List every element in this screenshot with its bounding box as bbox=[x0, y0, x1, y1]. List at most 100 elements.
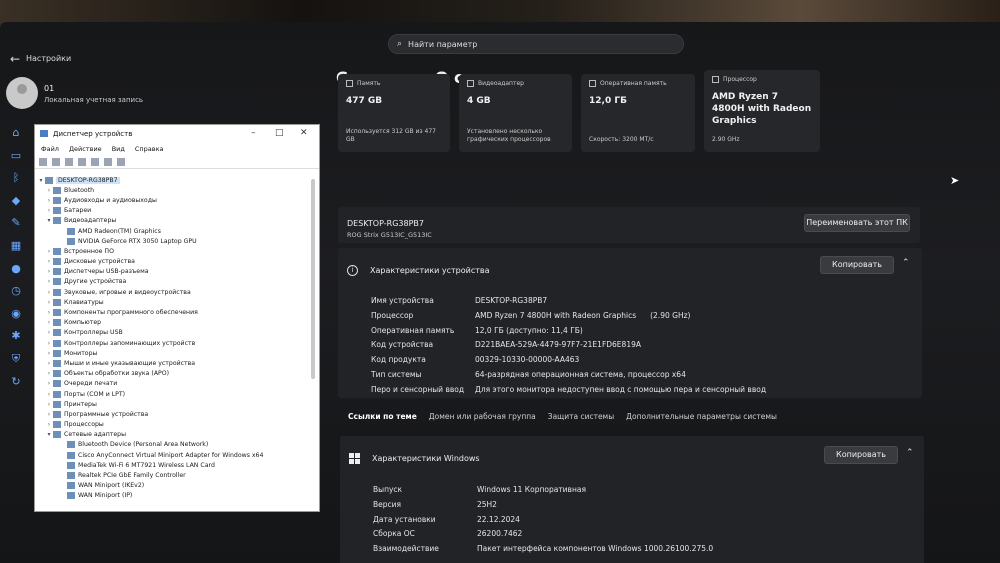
view-icon[interactable] bbox=[104, 157, 112, 166]
device-tree-item[interactable]: › Процессоры bbox=[37, 420, 307, 430]
device-tree-item[interactable]: Cisco AnyConnect Virtual Miniport Adapte… bbox=[37, 450, 307, 460]
device-tree-item[interactable]: › Принтеры bbox=[37, 399, 307, 409]
device-tree-item[interactable]: Bluetooth Device (Personal Area Network) bbox=[37, 440, 307, 450]
expand-chevron-icon[interactable]: ▾ bbox=[45, 431, 53, 438]
expand-chevron-icon[interactable]: › bbox=[45, 329, 53, 336]
search-box[interactable]: ⌕ Найти параметр bbox=[388, 34, 684, 54]
device-tree-item[interactable]: WAN Miniport (IKEv2) bbox=[37, 481, 307, 491]
device-tree-item[interactable]: NVIDIA GeForce RTX 3050 Laptop GPU bbox=[37, 236, 307, 246]
card-storage[interactable]: Память 477 GB Используется 312 GB из 477… bbox=[338, 74, 450, 152]
card-cpu[interactable]: Процессор AMD Ryzen 7 4800H with Radeon … bbox=[704, 70, 820, 152]
expand-chevron-icon[interactable]: › bbox=[45, 340, 53, 347]
home-icon[interactable]: ⌂ bbox=[8, 126, 24, 149]
expand-chevron-icon[interactable]: › bbox=[45, 289, 53, 296]
device-tree-item[interactable]: AMD Radeon(TM) Graphics bbox=[37, 226, 307, 236]
minimize-icon[interactable]: – bbox=[251, 128, 256, 138]
maximize-icon[interactable]: □ bbox=[275, 128, 284, 138]
device-tree-item[interactable]: ▾ Видеоадаптеры bbox=[37, 216, 307, 226]
avatar[interactable] bbox=[6, 77, 38, 109]
device-tree-item[interactable]: › Другие устройства bbox=[37, 277, 307, 287]
expand-chevron-icon[interactable]: › bbox=[45, 319, 53, 326]
accessibility-icon[interactable]: ✱ bbox=[8, 329, 24, 352]
expand-chevron-icon[interactable]: › bbox=[45, 299, 53, 306]
help-icon[interactable] bbox=[91, 157, 99, 166]
bluetooth-icon[interactable]: ᛒ bbox=[8, 171, 24, 194]
scan-hardware-icon[interactable] bbox=[117, 157, 125, 166]
expand-chevron-icon[interactable]: › bbox=[45, 401, 53, 408]
link-system-protection[interactable]: Защита системы bbox=[548, 412, 614, 421]
card-gpu[interactable]: Видеоадаптер 4 GB Установлено несколько … bbox=[459, 74, 572, 152]
back-icon[interactable] bbox=[39, 157, 47, 166]
expand-chevron-icon[interactable]: › bbox=[45, 309, 53, 316]
update-icon[interactable]: ↻ bbox=[8, 375, 24, 398]
gaming-icon[interactable]: ◉ bbox=[8, 307, 24, 330]
back-arrow-icon[interactable]: ← bbox=[10, 52, 20, 66]
expand-chevron-icon[interactable]: › bbox=[45, 350, 53, 357]
expand-chevron-icon[interactable]: ▾ bbox=[45, 217, 53, 224]
device-tree-item[interactable]: ▾ Сетевые адаптеры bbox=[37, 430, 307, 440]
device-tree-item[interactable]: Realtek PCIe GbE Family Controller bbox=[37, 470, 307, 480]
close-icon[interactable]: ✕ bbox=[300, 128, 308, 138]
device-tree-item[interactable]: › Порты (COM и LPT) bbox=[37, 389, 307, 399]
device-tree-item[interactable]: › Клавиатуры bbox=[37, 297, 307, 307]
menu-file[interactable]: Файл bbox=[41, 145, 59, 153]
link-domain-workgroup[interactable]: Домен или рабочая группа bbox=[429, 412, 536, 421]
properties-icon[interactable] bbox=[65, 157, 73, 166]
device-tree-item[interactable]: › Программные устройства bbox=[37, 409, 307, 419]
expand-chevron-icon[interactable]: › bbox=[45, 370, 53, 377]
device-tree-item[interactable]: › Батареи bbox=[37, 206, 307, 216]
menu-view[interactable]: Вид bbox=[112, 145, 125, 153]
personalization-icon[interactable]: ✎ bbox=[8, 216, 24, 239]
device-tree-item[interactable]: ▾ DESKTOP-RG38PB7 bbox=[37, 175, 307, 185]
network-icon[interactable]: ◆ bbox=[8, 194, 24, 217]
expand-chevron-icon[interactable]: › bbox=[45, 411, 53, 418]
device-tree-item[interactable]: › Объекты обработки звука (APO) bbox=[37, 369, 307, 379]
time-language-icon[interactable]: ◷ bbox=[8, 284, 24, 307]
accounts-icon[interactable]: ● bbox=[8, 262, 24, 285]
device-tree-scrollbar[interactable] bbox=[311, 179, 315, 379]
windows-specs-title[interactable]: Характеристики Windows bbox=[372, 454, 480, 463]
collapse-chevron-icon[interactable]: ⌃ bbox=[906, 448, 914, 458]
expand-chevron-icon[interactable]: › bbox=[45, 421, 53, 428]
device-tree-item[interactable]: › Контроллеры запоминающих устройств bbox=[37, 338, 307, 348]
device-tree-item[interactable]: › Очереди печати bbox=[37, 379, 307, 389]
list-icon[interactable] bbox=[78, 157, 86, 166]
expand-chevron-icon[interactable]: › bbox=[45, 360, 53, 367]
device-tree-item[interactable]: › Звуковые, игровые и видеоустройства bbox=[37, 287, 307, 297]
expand-chevron-icon[interactable]: ▾ bbox=[37, 177, 45, 184]
device-tree-item[interactable]: › Мыши и иные указывающие устройства bbox=[37, 358, 307, 368]
expand-chevron-icon[interactable]: › bbox=[45, 391, 53, 398]
expand-chevron-icon[interactable]: › bbox=[45, 197, 53, 204]
device-tree-item[interactable]: › Компьютер bbox=[37, 318, 307, 328]
expand-chevron-icon[interactable]: › bbox=[45, 248, 53, 255]
device-specs-title[interactable]: Характеристики устройства bbox=[370, 266, 490, 275]
device-tree-item[interactable]: › Дисковые устройства bbox=[37, 257, 307, 267]
expand-chevron-icon[interactable]: › bbox=[45, 380, 53, 387]
device-tree-item[interactable]: › Мониторы bbox=[37, 348, 307, 358]
copy-windows-specs-button[interactable]: Копировать bbox=[824, 446, 898, 464]
device-tree-item[interactable]: › Контроллеры USB bbox=[37, 328, 307, 338]
device-tree-item[interactable]: › Диспетчеры USB-разъема bbox=[37, 267, 307, 277]
device-tree-item[interactable]: WAN Miniport (IP) bbox=[37, 491, 307, 501]
device-manager-titlebar[interactable]: Диспетчер устройств – □ ✕ bbox=[35, 125, 319, 143]
expand-chevron-icon[interactable]: › bbox=[45, 278, 53, 285]
system-icon[interactable]: ▭ bbox=[8, 149, 24, 172]
link-advanced-settings[interactable]: Дополнительные параметры системы bbox=[626, 412, 777, 421]
expand-chevron-icon[interactable]: › bbox=[45, 187, 53, 194]
expand-chevron-icon[interactable]: › bbox=[45, 207, 53, 214]
collapse-chevron-icon[interactable]: ⌃ bbox=[902, 258, 910, 268]
device-tree-item[interactable]: › Компоненты программного обеспечения bbox=[37, 307, 307, 317]
rename-pc-button[interactable]: Переименовать этот ПК bbox=[804, 214, 910, 232]
expand-chevron-icon[interactable]: › bbox=[45, 268, 53, 275]
privacy-icon[interactable]: ⛨ bbox=[8, 352, 24, 375]
device-tree-item[interactable]: › Bluetooth bbox=[37, 185, 307, 195]
card-ram[interactable]: Оперативная память 12,0 ГБ Скорость: 320… bbox=[581, 74, 695, 152]
forward-icon[interactable] bbox=[52, 157, 60, 166]
menu-help[interactable]: Справка bbox=[135, 145, 164, 153]
expand-chevron-icon[interactable]: › bbox=[45, 258, 53, 265]
device-tree-item[interactable]: › Встроенное ПО bbox=[37, 246, 307, 256]
device-tree-item[interactable]: MediaTek Wi-Fi 6 MT7921 Wireless LAN Car… bbox=[37, 460, 307, 470]
apps-icon[interactable]: ▦ bbox=[8, 239, 24, 262]
menu-action[interactable]: Действие bbox=[69, 145, 102, 153]
device-tree-item[interactable]: › Аудиовходы и аудиовыходы bbox=[37, 195, 307, 205]
